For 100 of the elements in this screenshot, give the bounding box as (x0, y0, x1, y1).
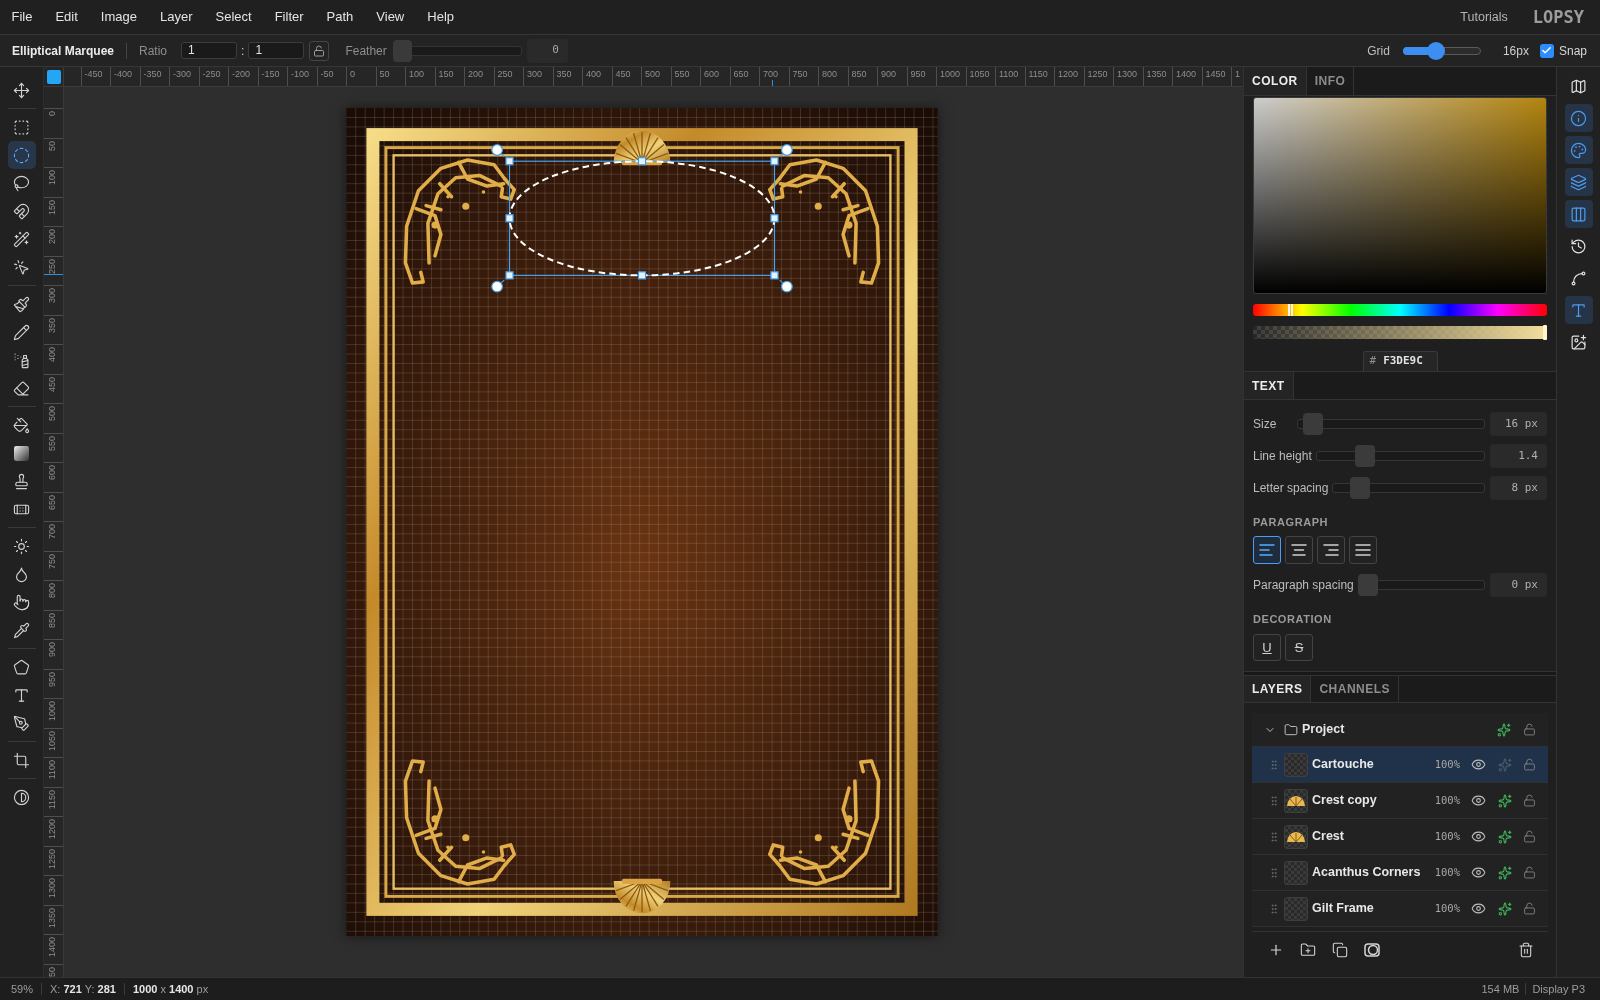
snap-checkbox[interactable] (1539, 43, 1554, 58)
value-field[interactable]: 8 px (1490, 476, 1547, 500)
sparkle-icon[interactable] (1498, 829, 1512, 844)
align-center-button[interactable] (1285, 536, 1313, 564)
slider-thumb[interactable] (1302, 413, 1323, 435)
sparkle-icon[interactable] (1498, 901, 1512, 916)
resize-handle[interactable] (637, 157, 647, 166)
resize-handle[interactable] (770, 157, 779, 166)
layer-row[interactable]: Cartouche 100% (1252, 747, 1548, 783)
eye-icon[interactable] (1471, 829, 1486, 844)
value-field[interactable]: 0 px (1490, 573, 1547, 597)
panel-tab[interactable]: CHANNELS (1311, 676, 1399, 702)
ruler-label: 1250 (47, 848, 57, 869)
setting-slider[interactable] (1315, 445, 1485, 467)
ratio-width-input[interactable]: 1 (181, 42, 238, 59)
drag-handle-icon[interactable] (1268, 902, 1280, 915)
slider-thumb[interactable] (1350, 477, 1371, 499)
resize-handle[interactable] (770, 271, 779, 280)
setting-slider[interactable] (1357, 574, 1485, 596)
ratio-height-input[interactable]: 1 (248, 42, 305, 59)
trash-icon[interactable] (1518, 941, 1534, 958)
open-lock-icon[interactable] (1523, 758, 1536, 771)
drag-handle-icon[interactable] (1268, 794, 1280, 807)
folder-plus-icon[interactable] (1300, 941, 1316, 958)
text-panel-button[interactable] (1564, 296, 1593, 324)
resize-handle[interactable] (505, 214, 514, 223)
sparkle-icon[interactable] (1498, 865, 1512, 880)
drag-handle-icon[interactable] (1268, 830, 1280, 843)
open-lock-icon[interactable] (1523, 902, 1536, 915)
sparkle-icon[interactable] (1498, 793, 1512, 808)
value-field[interactable]: 16 px (1490, 412, 1547, 436)
rotate-handle[interactable] (779, 279, 793, 293)
open-lock-icon[interactable] (1523, 866, 1536, 879)
ruler-label: -100 (291, 69, 309, 79)
tutorials-link[interactable]: Tutorials (1460, 7, 1508, 27)
open-lock-icon[interactable] (1523, 723, 1536, 736)
grid-slider[interactable] (1402, 41, 1481, 60)
panel-tab[interactable]: COLOR (1244, 67, 1307, 95)
feather-value-field[interactable]: 0 (526, 38, 568, 63)
menu-item[interactable]: Select (204, 0, 264, 34)
panel-tab[interactable]: INFO (1306, 67, 1355, 95)
menu-item[interactable]: Path (315, 0, 365, 34)
align-left-button[interactable] (1253, 536, 1281, 564)
strikethrough-button[interactable]: S (1285, 634, 1313, 661)
slider-thumb[interactable] (1354, 445, 1375, 467)
circle-in-square-icon[interactable] (1364, 941, 1380, 958)
layers-panel-button[interactable] (1564, 168, 1593, 196)
resize-handle[interactable] (637, 271, 647, 280)
slider-thumb[interactable] (1357, 574, 1378, 596)
menu-item[interactable]: Help (415, 0, 466, 34)
hue-slider[interactable] (1253, 304, 1547, 316)
resize-handle[interactable] (505, 271, 514, 280)
eye-icon[interactable] (1471, 793, 1486, 808)
color-profile[interactable]: Display P3 (1532, 980, 1585, 998)
menu-item[interactable]: Edit (43, 0, 90, 34)
info-panel-button[interactable] (1564, 104, 1593, 132)
rotate-handle[interactable] (779, 144, 793, 158)
setting-slider[interactable] (1297, 413, 1485, 435)
value-field[interactable]: 1.4 (1490, 444, 1547, 468)
ruler-label: 50 (47, 140, 57, 151)
ruler-corner-icon[interactable] (46, 69, 61, 84)
ruler-label: 350 (47, 317, 57, 333)
pentagon-icon (13, 658, 30, 676)
setting-slider[interactable] (1332, 477, 1485, 499)
menu-item[interactable]: Filter (263, 0, 316, 34)
slider-thumb[interactable] (392, 39, 412, 62)
panel-tab[interactable]: TEXT (1244, 372, 1294, 399)
drag-handle-icon[interactable] (1268, 866, 1280, 879)
zoom-level[interactable]: 59% (11, 980, 34, 998)
eye-icon[interactable] (1471, 757, 1486, 772)
hex-color-field[interactable]: # F3DE9C (1362, 351, 1438, 371)
palette-panel-button[interactable] (1564, 136, 1593, 164)
menu-item[interactable]: View (364, 0, 416, 34)
rotate-handle[interactable] (491, 279, 505, 293)
rotate-handle[interactable] (491, 144, 505, 158)
menu-item[interactable]: File (0, 0, 44, 34)
color-picker-field[interactable] (1253, 97, 1547, 294)
align-justify-button[interactable] (1349, 536, 1377, 564)
slider-thumb[interactable] (1287, 304, 1293, 316)
underline-button[interactable]: U (1253, 634, 1281, 661)
feather-slider[interactable] (392, 39, 522, 62)
ruler-label: 0 (350, 69, 355, 79)
eye-icon[interactable] (1471, 901, 1486, 916)
drag-handle-icon[interactable] (1268, 758, 1280, 771)
columns-panel-button[interactable] (1564, 200, 1593, 228)
slider-thumb[interactable] (1426, 41, 1445, 60)
alpha-slider[interactable] (1253, 326, 1547, 339)
align-right-button[interactable] (1317, 536, 1345, 564)
eye-icon[interactable] (1471, 865, 1486, 880)
sparkle-icon[interactable] (1497, 722, 1511, 737)
menu-item[interactable]: Image (89, 0, 149, 34)
resize-handle[interactable] (770, 214, 779, 223)
open-lock-icon[interactable] (1523, 794, 1536, 807)
open-lock-icon[interactable] (1523, 830, 1536, 843)
panel-tab[interactable]: LAYERS (1244, 676, 1312, 702)
copy-icon[interactable] (1332, 941, 1348, 958)
menu-item[interactable]: Layer (148, 0, 205, 34)
slider-thumb[interactable] (1543, 325, 1547, 340)
resize-handle[interactable] (505, 157, 514, 166)
ellipse-marquee-tool-button[interactable] (7, 141, 36, 169)
